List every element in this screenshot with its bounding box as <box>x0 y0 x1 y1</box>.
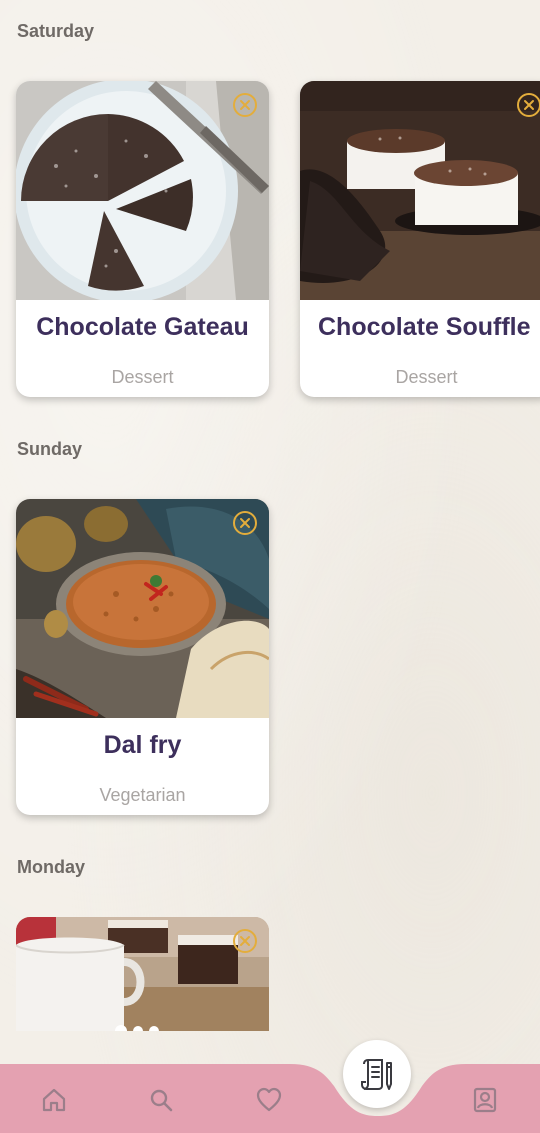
recipe-card[interactable]: Chocolate Souffle Dessert <box>300 81 540 397</box>
heart-icon <box>256 1087 282 1112</box>
nav-profile-button[interactable] <box>465 1080 505 1120</box>
close-icon <box>240 936 250 946</box>
recipe-card[interactable]: Dal fry Vegetarian <box>16 499 269 815</box>
day-heading-monday: Monday <box>17 857 86 877</box>
day-heading-saturday: Saturday <box>17 21 95 41</box>
close-icon <box>524 100 534 110</box>
nav-home-button[interactable] <box>34 1080 74 1120</box>
recipe-card[interactable]: Chocolate Gateau Dessert <box>16 81 269 397</box>
remove-recipe-button[interactable] <box>233 511 257 535</box>
remove-recipe-button[interactable] <box>517 93 540 117</box>
brownie-and-mug-image <box>16 917 269 1031</box>
recipe-card[interactable] <box>16 917 269 1031</box>
bottom-navigation <box>0 1040 540 1133</box>
close-icon <box>240 518 250 528</box>
nav-meal-plan-button[interactable] <box>343 1040 411 1108</box>
close-icon <box>240 100 250 110</box>
day-heading-sunday: Sunday <box>17 439 83 459</box>
meal-plan-notes-icon <box>361 1059 392 1090</box>
recipe-category: Vegetarian <box>99 785 186 805</box>
chocolate-souffle-image <box>300 81 540 300</box>
remove-recipe-button[interactable] <box>233 93 257 117</box>
recipe-title: Dal fry <box>103 731 182 759</box>
recipe-category: Dessert <box>395 367 458 387</box>
recipe-title: Chocolate Gateau <box>36 313 249 341</box>
profile-icon <box>473 1087 497 1113</box>
home-icon <box>42 1088 66 1112</box>
recipe-title: Chocolate Souffle <box>318 313 531 341</box>
dal-fry-image <box>16 499 269 718</box>
chocolate-gateau-image <box>16 81 269 300</box>
recipe-category: Dessert <box>111 367 174 387</box>
nav-favorites-button[interactable] <box>249 1080 289 1120</box>
search-icon <box>150 1089 173 1112</box>
nav-search-button[interactable] <box>141 1080 181 1120</box>
remove-recipe-button[interactable] <box>233 929 257 953</box>
